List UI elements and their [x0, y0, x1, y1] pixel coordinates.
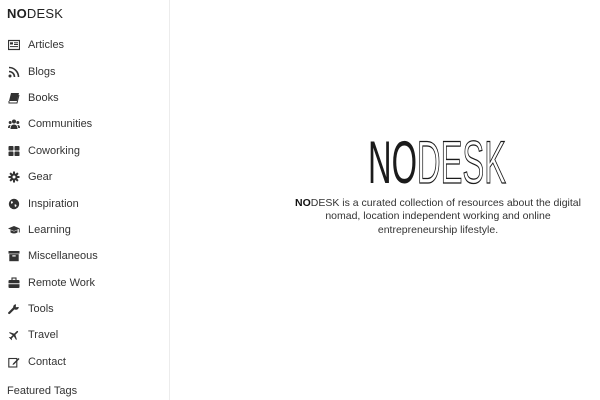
featured-tags-heading: Featured Tags — [7, 385, 78, 397]
sidebar-item-label: Learning — [28, 223, 71, 236]
sidebar-item-gear[interactable]: Gear — [0, 164, 170, 190]
main-content: NODESK NODESK is a curated collection of… — [171, 0, 600, 400]
sidebar-item-label: Gear — [28, 171, 53, 184]
sidebar-item-label: Remote Work — [28, 276, 96, 289]
archive-icon — [7, 250, 21, 262]
sidebar: NODESK Articles Blogs Books Communities — [0, 0, 170, 400]
svg-text:NODESK: NODESK — [368, 137, 506, 185]
sidebar-item-label: Coworking — [28, 144, 80, 157]
users-icon — [7, 118, 21, 130]
sidebar-item-coworking[interactable]: Coworking — [0, 138, 170, 164]
plane-icon — [7, 329, 21, 341]
book-icon — [7, 92, 21, 104]
sidebar-item-label: Travel — [28, 329, 59, 342]
sidebar-item-contact[interactable]: Contact — [0, 349, 170, 375]
sidebar-item-blogs[interactable]: Blogs — [0, 58, 170, 84]
sidebar-item-travel[interactable]: Travel — [0, 322, 170, 348]
sidebar-item-articles[interactable]: Articles — [0, 32, 170, 58]
edit-icon — [7, 356, 21, 368]
sidebar-item-label: Communities — [28, 118, 93, 131]
rss-icon — [7, 66, 21, 78]
briefcase-icon — [7, 277, 21, 289]
sidebar-item-label: Contact — [28, 355, 66, 368]
sidebar-item-learning[interactable]: Learning — [0, 217, 170, 243]
gear-icon — [7, 171, 21, 183]
sidebar-item-label: Miscellaneous — [28, 250, 98, 263]
site-description: NODESK is a curated collection of resour… — [295, 197, 581, 236]
nodesk-logo: NODESK — [368, 137, 507, 185]
wrench-icon — [7, 303, 21, 315]
newspaper-icon — [7, 39, 21, 51]
sidebar-item-inspiration[interactable]: Inspiration — [0, 190, 170, 216]
graduation-cap-icon — [7, 224, 21, 236]
grid-icon — [7, 145, 21, 157]
sidebar-item-books[interactable]: Books — [0, 85, 170, 111]
sidebar-item-label: Articles — [28, 39, 65, 52]
sidebar-item-label: Inspiration — [28, 197, 79, 210]
sidebar-item-tools[interactable]: Tools — [0, 296, 170, 322]
globe-icon — [7, 198, 21, 210]
sidebar-item-label: Tools — [28, 303, 54, 316]
sidebar-nav: Articles Blogs Books Communities Coworki… — [0, 32, 170, 375]
sidebar-item-label: Books — [28, 91, 59, 104]
brand-logo[interactable]: NODESK — [7, 6, 63, 21]
sidebar-item-label: Blogs — [28, 65, 56, 78]
sidebar-item-remote-work[interactable]: Remote Work — [0, 270, 170, 296]
sidebar-item-communities[interactable]: Communities — [0, 111, 170, 137]
sidebar-item-miscellaneous[interactable]: Miscellaneous — [0, 243, 170, 269]
